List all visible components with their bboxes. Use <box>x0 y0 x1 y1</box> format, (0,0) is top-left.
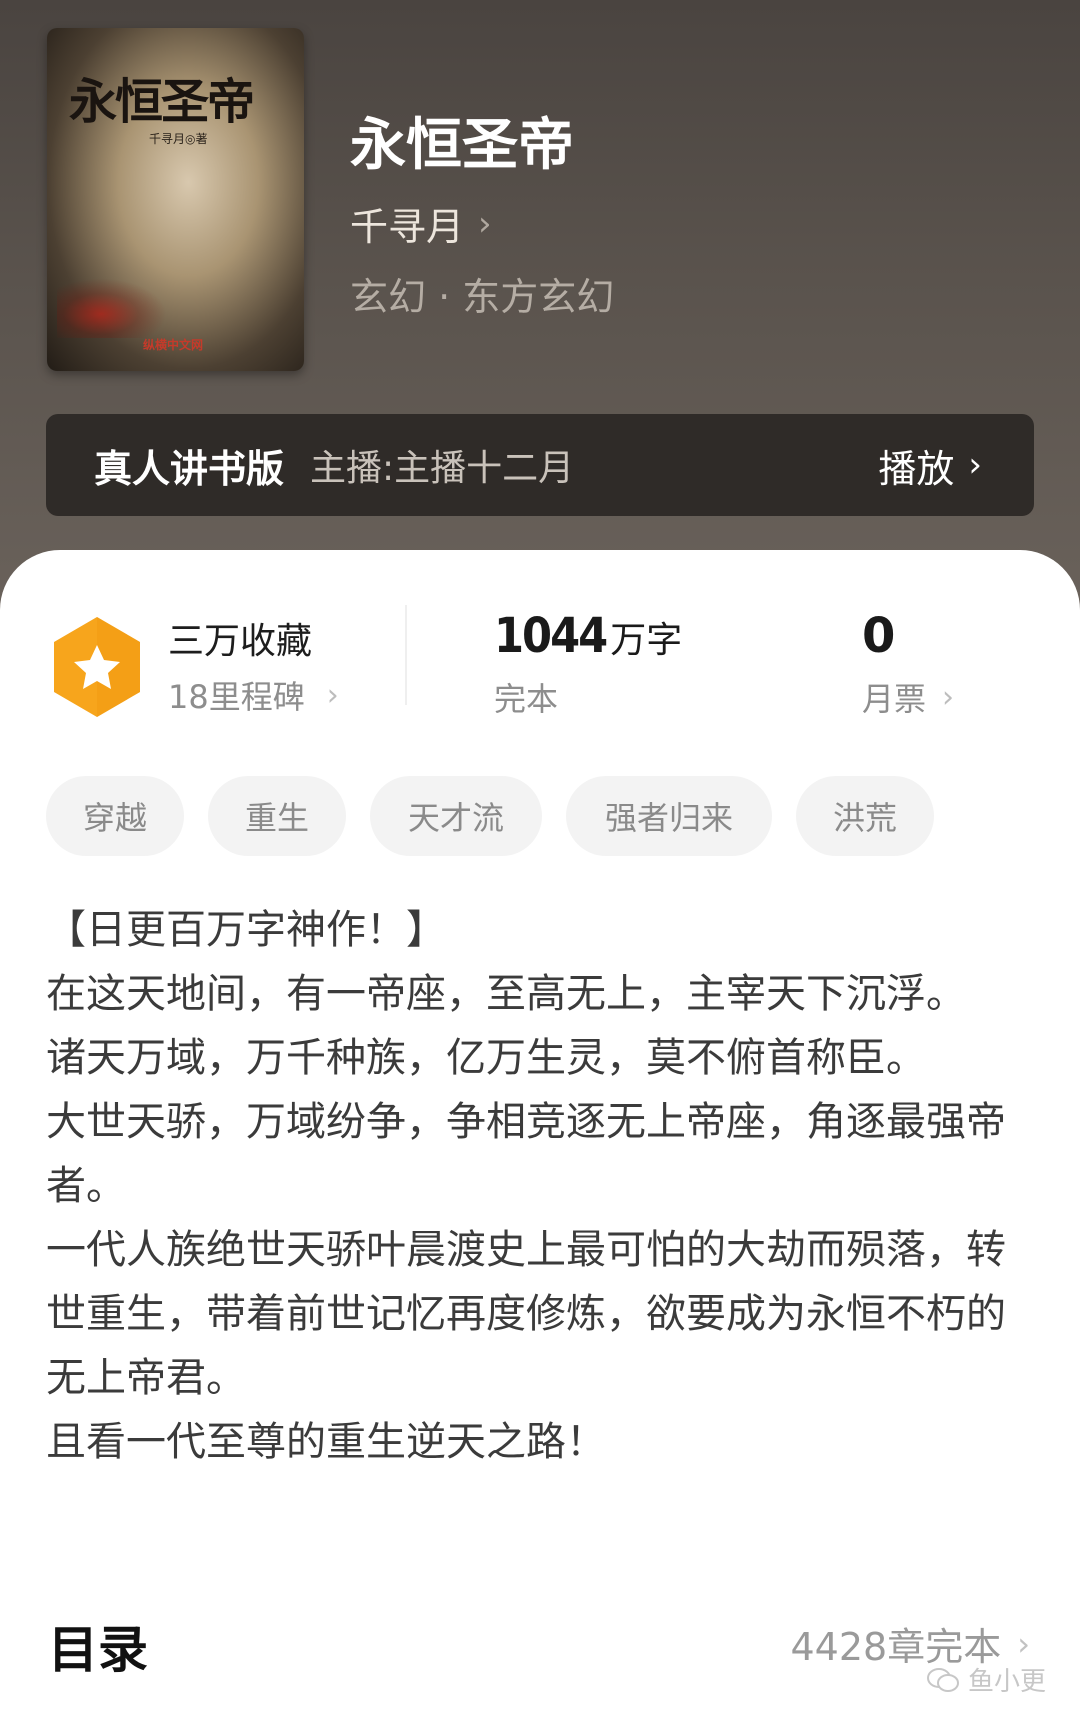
monthly-tickets-label: 月票 <box>862 680 927 718</box>
favorites-count: 三万收藏 <box>168 621 313 662</box>
cover-publisher: 纵横中文网 <box>143 338 204 352</box>
chevron-right-icon: › <box>478 203 492 244</box>
tag-chip[interactable]: 强者归来 <box>566 776 772 856</box>
audio-version-label: 真人讲书版 <box>94 446 285 491</box>
watermark: 鱼小更 <box>926 1661 1046 1698</box>
book-cover[interactable]: 永恒圣帝 千寻月◎著 纵横中文网 <box>47 28 304 371</box>
stats-divider <box>405 605 407 705</box>
description-paragraph: 一代人族绝世天骄叶晨渡史上最可怕的大劫而殒落，转世重生，带着前世记忆再度修炼，欲… <box>46 1227 1006 1401</box>
word-count-number: 1044 <box>494 608 608 664</box>
description-paragraph: 【日更百万字神作！】 <box>46 907 446 953</box>
author-link[interactable]: 千寻月 › <box>350 196 492 251</box>
play-label: 播放 <box>878 446 955 491</box>
chevron-right-icon: › <box>942 679 955 715</box>
tag-chip[interactable]: 重生 <box>208 776 346 856</box>
cover-art-detail <box>57 278 167 338</box>
cover-title: 永恒圣帝 <box>69 74 255 130</box>
description-paragraph: 诸天万域，万千种族，亿万生灵，莫不俯首称臣。 <box>46 1035 926 1081</box>
book-header: 永恒圣帝 千寻月◎著 纵横中文网 永恒圣帝 千寻月 › 玄幻 · 东方玄幻 真人… <box>0 0 1080 620</box>
author-name: 千寻月 <box>350 205 465 249</box>
chevron-right-icon: › <box>326 677 339 713</box>
word-count-unit: 万字 <box>610 620 683 661</box>
audio-version-bar[interactable]: 真人讲书版 主播:主播十二月 播放 › <box>46 414 1034 516</box>
milestones-link[interactable]: 18里程碑 › <box>168 672 339 718</box>
watermark-text: 鱼小更 <box>967 1667 1046 1697</box>
toc-title[interactable]: 目录 <box>48 1610 148 1682</box>
book-title: 永恒圣帝 <box>350 112 574 178</box>
tag-list: 穿越 重生 天才流 强者归来 洪荒 <box>46 776 934 856</box>
play-button[interactable]: 播放 › <box>878 414 982 516</box>
milestones-label: 18里程碑 <box>168 678 305 716</box>
completion-status: 完本 <box>494 680 559 718</box>
word-count: 1044 万字 <box>494 608 682 664</box>
wechat-icon <box>926 1667 959 1692</box>
chevron-right-icon: › <box>968 445 982 485</box>
description-paragraph: 在这天地间，有一帝座，至高无上，主宰天下沉浮。 <box>46 971 966 1017</box>
description-paragraph: 且看一代至尊的重生逆天之路！ <box>46 1419 606 1465</box>
book-genre: 玄幻 · 东方玄幻 <box>350 275 615 319</box>
monthly-tickets-link[interactable]: 月票 › <box>862 674 954 720</box>
tag-chip[interactable]: 洪荒 <box>796 776 934 856</box>
book-description: 【日更百万字神作！】 在这天地间，有一帝座，至高无上，主宰天下沉浮。 诸天万域，… <box>46 898 1036 1474</box>
cover-author: 千寻月◎著 <box>149 132 208 146</box>
book-detail-card: 三万收藏 18里程碑 › 1044 万字 完本 0 月票 › 穿越 重生 天才流… <box>0 550 1080 1720</box>
favorite-star-badge-icon[interactable] <box>50 615 144 719</box>
chevron-right-icon: › <box>1017 1624 1030 1663</box>
audio-host: 主播:主播十二月 <box>310 448 575 489</box>
tag-chip[interactable]: 穿越 <box>46 776 184 856</box>
description-paragraph: 大世天骄，万域纷争，争相竞逐无上帝座，角逐最强帝者。 <box>46 1099 1006 1209</box>
tag-chip[interactable]: 天才流 <box>370 776 542 856</box>
monthly-tickets-count: 0 <box>862 608 896 664</box>
